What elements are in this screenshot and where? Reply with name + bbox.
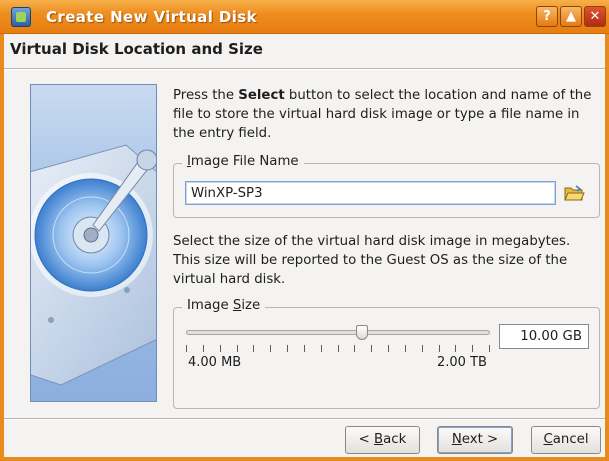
- slider-tick: [253, 345, 254, 352]
- slider-tick: [237, 345, 238, 352]
- help-button[interactable]: ?: [536, 6, 558, 27]
- slider-tick: [489, 345, 490, 352]
- slider-tick: [371, 345, 372, 352]
- slider-tick: [439, 345, 440, 352]
- slider-tick: [270, 345, 271, 352]
- slider-tick: [405, 345, 406, 352]
- back-button[interactable]: < Back: [345, 426, 420, 454]
- cancel-button[interactable]: Cancel: [531, 426, 601, 454]
- size-value-input[interactable]: [499, 324, 589, 349]
- page-title: Virtual Disk Location and Size: [10, 40, 263, 58]
- size-slider-ticks: [186, 345, 490, 355]
- select-keyword: Select: [238, 88, 285, 103]
- image-size-label: Image Size: [182, 298, 266, 313]
- hard-disk-illustration: [30, 84, 157, 402]
- size-slider-handle[interactable]: [356, 325, 368, 340]
- size-label-rest: ize: [241, 298, 261, 313]
- slider-tick: [220, 345, 221, 352]
- slider-tick: [354, 345, 355, 352]
- slider-tick: [338, 345, 339, 352]
- back-mnemonic: B: [374, 432, 384, 447]
- location-intro-prefix: Press the: [173, 88, 239, 103]
- slider-tick: [186, 345, 187, 352]
- size-min-label: 4.00 MB: [188, 355, 242, 370]
- slider-tick: [472, 345, 473, 352]
- slider-tick: [455, 345, 456, 352]
- next-mnemonic: N: [451, 432, 462, 447]
- size-max-label: 2.00 TB: [437, 355, 487, 370]
- back-rest: ack: [383, 432, 407, 447]
- next-button[interactable]: Next >: [437, 426, 513, 454]
- hard-disk-icon: [31, 144, 156, 386]
- virtualbox-app-icon: [11, 7, 31, 27]
- next-rest: ext >: [461, 432, 499, 447]
- slider-tick: [321, 345, 322, 352]
- slider-tick: [287, 345, 288, 352]
- slider-tick: [422, 345, 423, 352]
- image-file-name-group: Image File Name: [173, 154, 600, 218]
- size-instructions: Select the size of the virtual hard disk…: [173, 234, 571, 287]
- cancel-mnemonic: C: [543, 432, 553, 447]
- image-file-name-label: Image File Name: [182, 154, 304, 169]
- window-title: Create New Virtual Disk: [46, 8, 257, 26]
- back-prefix: <: [358, 432, 375, 447]
- cancel-rest: ancel: [552, 432, 589, 447]
- slider-tick: [388, 345, 389, 352]
- close-button[interactable]: ✕: [584, 6, 606, 27]
- file-label-rest: mage File Name: [190, 154, 299, 169]
- folder-open-icon: [564, 185, 585, 201]
- size-slider-track[interactable]: [186, 330, 490, 335]
- location-instructions: Press the Select button to select the lo…: [173, 86, 593, 143]
- image-file-name-input[interactable]: [185, 181, 556, 205]
- dialog-window: Create New Virtual Disk ? ▲ ✕ Virtual Di…: [0, 0, 609, 461]
- footer-divider: [4, 418, 605, 420]
- slider-tick: [304, 345, 305, 352]
- select-file-button[interactable]: [562, 181, 586, 205]
- slider-tick: [203, 345, 204, 352]
- shade-button[interactable]: ▲: [560, 6, 582, 27]
- image-size-group: Image Size 4.00 MB 2.00 TB: [173, 298, 600, 409]
- title-bar[interactable]: Create New Virtual Disk ? ▲ ✕: [0, 0, 609, 34]
- header-divider: [4, 68, 605, 70]
- size-label-prefix: Image: [187, 298, 233, 313]
